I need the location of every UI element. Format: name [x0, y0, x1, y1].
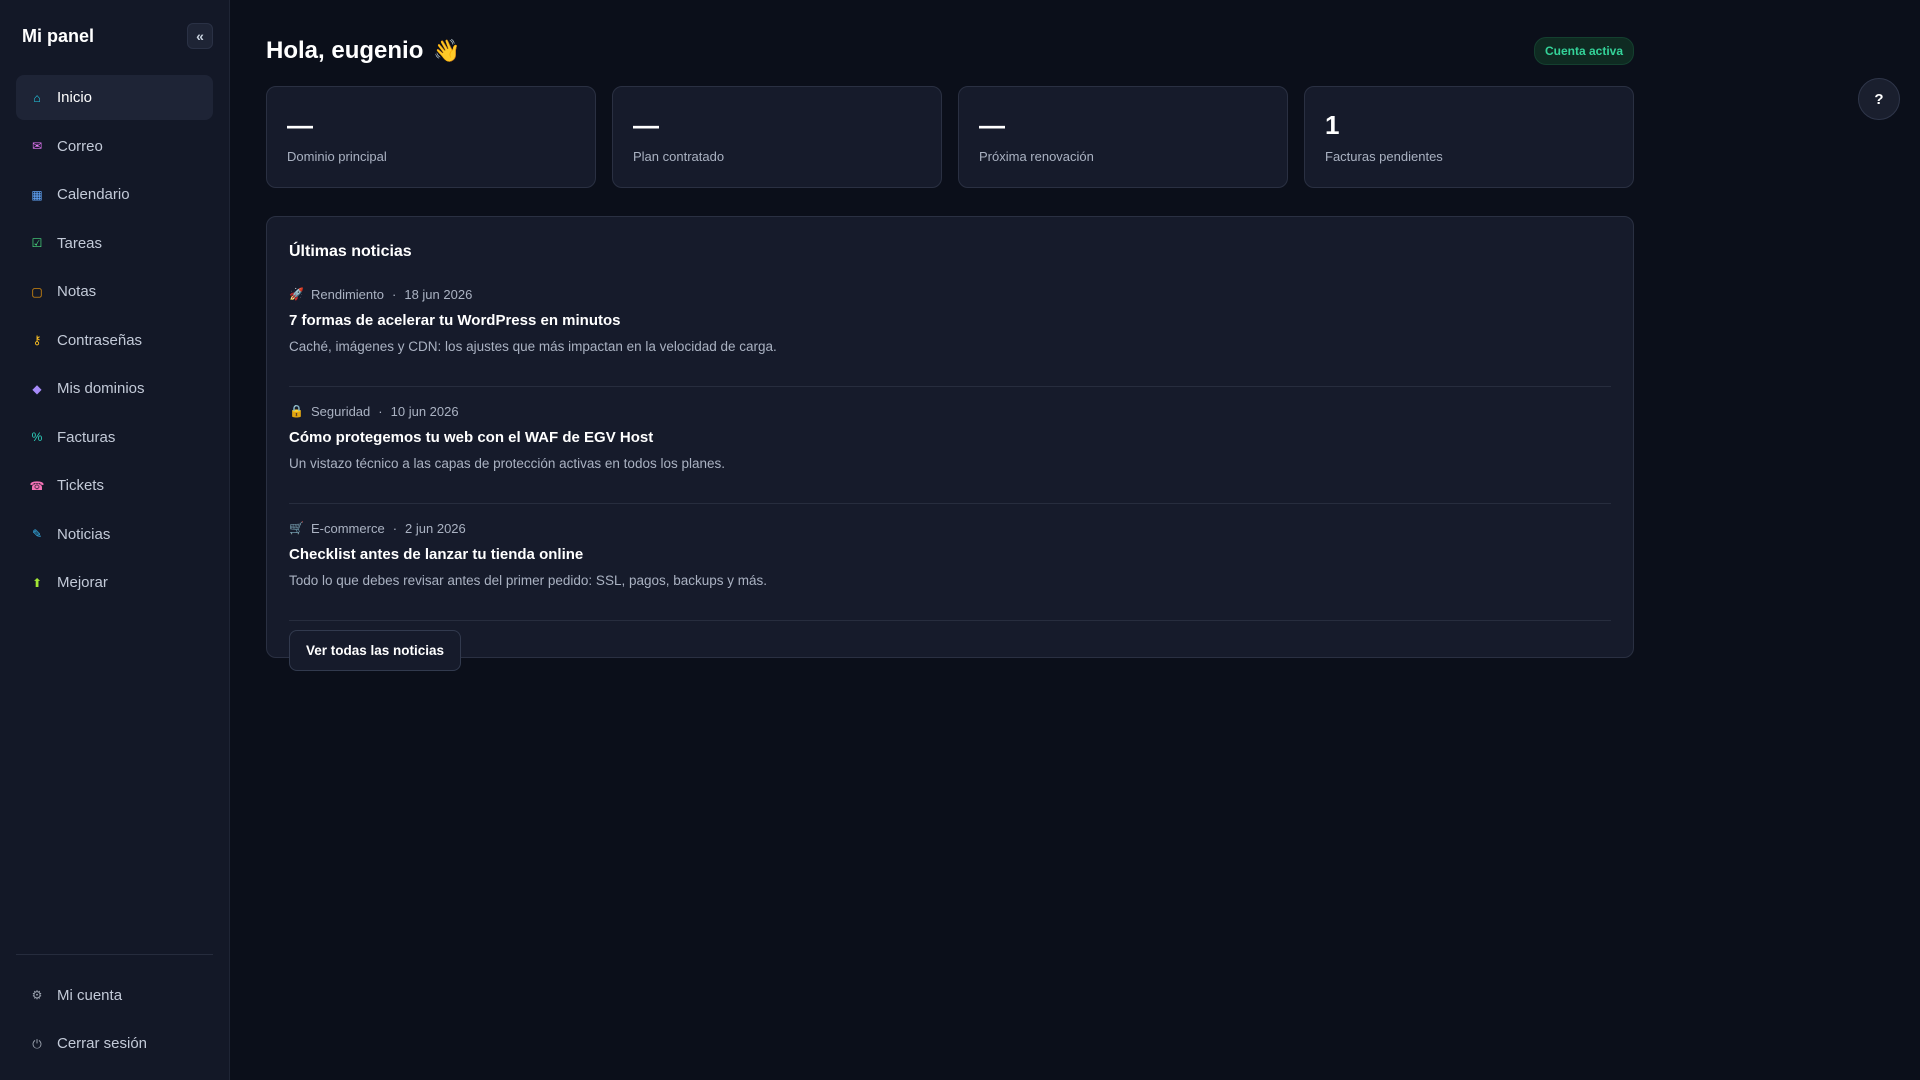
- sidebar-item-notas[interactable]: ▢ Notas: [16, 269, 213, 314]
- page-title: Hola, eugenio 👋: [266, 37, 461, 65]
- sidebar: Mi panel « ⌂ Inicio ✉ Correo ▦ Calendario ☑ Tar…: [0, 0, 230, 1080]
- help-button[interactable]: ?: [1858, 78, 1900, 120]
- sidebar-item-label: Mejorar: [57, 574, 108, 591]
- calendar-icon: ▦: [31, 187, 43, 202]
- sidebar-item-inicio[interactable]: ⌂ Inicio: [16, 75, 213, 120]
- news-headline-link[interactable]: Cómo protegemos tu web con el WAF de EGV…: [289, 429, 1611, 446]
- tasks-icon: ☑: [31, 236, 43, 250]
- stat-value: —: [979, 110, 1005, 140]
- stat-label: Próxima renovación: [979, 149, 1094, 164]
- rocket-icon: 🚀: [289, 287, 304, 301]
- key-icon: ⚷: [32, 333, 42, 347]
- view-all-news-button[interactable]: Ver todas las noticias: [289, 630, 462, 671]
- sidebar-item-label: Calendario: [57, 186, 130, 203]
- home-icon: ⌂: [33, 90, 41, 105]
- mail-icon: ✉: [31, 139, 43, 153]
- divider: [16, 953, 213, 955]
- sidebar-item-facturas[interactable]: % Facturas: [16, 415, 213, 460]
- news-description: Un vistazo técnico a las capas de protec…: [289, 456, 725, 471]
- news-category: E-commerce: [311, 520, 385, 536]
- news-list: 🚀 Rendimiento · 18 jun 2026 7 formas de acel…: [289, 285, 1611, 621]
- news-card: Últimas noticias 🚀 Rendimiento · 18 jun 202…: [266, 216, 1634, 671]
- sidebar-header: Mi panel «: [16, 0, 213, 72]
- sidebar-item-label: Inicio: [57, 89, 93, 106]
- greeting-text: Hola, eugenio: [266, 37, 424, 64]
- sidebar-item-label: Facturas: [57, 428, 116, 446]
- news-category: Seguridad: [311, 403, 371, 419]
- stat-value: —: [633, 110, 659, 140]
- sidebar-item-cerrar-sesión[interactable]: ⏻ Cerrar sesión: [16, 1021, 213, 1066]
- gear-icon: ⚙: [31, 988, 43, 1002]
- news-description: Todo lo que debes revisar antes del prim…: [289, 573, 768, 588]
- news-date: 18 jun 2026: [404, 286, 473, 302]
- diamond-icon: ◆: [32, 381, 42, 396]
- sidebar-item-tickets[interactable]: ☎ Tickets: [16, 463, 213, 508]
- sidebar-item-label: Notas: [57, 283, 97, 300]
- sidebar-item-label: Correo: [57, 137, 103, 155]
- power-icon: ⏻: [32, 1036, 42, 1051]
- stat-value: 1: [1325, 110, 1340, 140]
- sidebar-bottom-nav: ⚙ Mi cuenta ⏻ Cerrar sesión: [16, 973, 213, 1067]
- stat-card: 1 Facturas pendientes: [1304, 86, 1634, 188]
- sidebar-item-calendario[interactable]: ▦ Calendario: [16, 172, 213, 217]
- news-meta: 🛒 E-commerce · 2 jun 2026: [289, 519, 1611, 537]
- news-category: Rendimiento: [311, 286, 384, 302]
- stat-card: — Plan contratado: [612, 86, 942, 188]
- news-headline-link[interactable]: Checklist antes de lanzar tu tienda onli…: [289, 546, 1611, 563]
- stat-card: — Dominio principal: [266, 86, 596, 188]
- separator-dot: ·: [392, 286, 397, 302]
- news-meta: 🚀 Rendimiento · 18 jun 2026: [289, 285, 1611, 303]
- news-date: 10 jun 2026: [390, 403, 459, 419]
- news-meta: 🔒 Seguridad · 10 jun 2026: [289, 402, 1611, 420]
- status-badge: Cuenta activa: [1533, 37, 1634, 65]
- sidebar-item-tareas[interactable]: ☑ Tareas: [16, 221, 213, 266]
- stat-label: Facturas pendientes: [1325, 149, 1443, 164]
- separator-dot: ·: [392, 520, 398, 536]
- news-title: Últimas noticias: [289, 243, 412, 260]
- phone-icon: ☎: [29, 478, 45, 493]
- sidebar-item-label: Mis dominios: [57, 380, 145, 397]
- sidebar-item-correo[interactable]: ✉ Correo: [16, 124, 213, 169]
- percent-icon: %: [31, 430, 43, 444]
- sidebar-item-label: Contraseñas: [57, 331, 143, 349]
- stat-label: Dominio principal: [287, 149, 387, 164]
- cash-register-icon: 🛒: [289, 521, 304, 535]
- panel-title: Mi panel: [22, 25, 95, 46]
- news-item: 🛒 E-commerce · 2 jun 2026 Checklist antes de…: [289, 519, 1611, 621]
- sidebar-item-label: Noticias: [57, 525, 111, 543]
- main-content: Hola, eugenio 👋 Cuenta activa — Dominio p…: [230, 0, 1920, 1080]
- collapse-sidebar-button[interactable]: «: [187, 23, 213, 49]
- news-description: Caché, imágenes y CDN: los ajustes que m…: [289, 339, 777, 354]
- sidebar-item-mis-dominios[interactable]: ◆ Mis dominios: [16, 366, 213, 411]
- sidebar-nav: ⌂ Inicio ✉ Correo ▦ Calendario ☑ Tareas ▢ Notas ⚷ C…: [16, 75, 213, 605]
- separator-dot: ·: [378, 403, 383, 419]
- stats-row: — Dominio principal — Plan contratado — Próxi…: [266, 86, 1634, 188]
- stat-card: — Próxima renovación: [958, 86, 1288, 188]
- stat-label: Plan contratado: [633, 149, 725, 164]
- notes-icon: ▢: [31, 284, 43, 299]
- sidebar-item-contraseñas[interactable]: ⚷ Contraseñas: [16, 318, 213, 363]
- sidebar-item-label: Tickets: [57, 477, 104, 494]
- sidebar-item-label: Tareas: [57, 234, 103, 252]
- news-item: 🚀 Rendimiento · 18 jun 2026 7 formas de acel…: [289, 285, 1611, 387]
- pen-icon: ✎: [31, 527, 43, 541]
- arrow-up-icon: ⬆: [31, 575, 43, 590]
- news-date: 2 jun 2026: [405, 520, 466, 536]
- sidebar-item-mi-cuenta[interactable]: ⚙ Mi cuenta: [16, 973, 213, 1018]
- sidebar-item-label: Cerrar sesión: [57, 1035, 148, 1052]
- waving-hand-icon: 👋: [433, 38, 461, 63]
- news-item: 🔒 Seguridad · 10 jun 2026 Cómo protegemos tu…: [289, 402, 1611, 504]
- sidebar-item-mejorar[interactable]: ⬆ Mejorar: [16, 560, 213, 605]
- stat-value: —: [287, 110, 313, 140]
- lock-icon: 🔒: [289, 404, 304, 418]
- news-headline-link[interactable]: 7 formas de acelerar tu WordPress en min…: [289, 312, 1611, 329]
- sidebar-item-label: Mi cuenta: [57, 986, 123, 1004]
- sidebar-item-noticias[interactable]: ✎ Noticias: [16, 512, 213, 557]
- app-root: Mi panel « ⌂ Inicio ✉ Correo ▦ Calendario ☑ Tar…: [0, 0, 1920, 1080]
